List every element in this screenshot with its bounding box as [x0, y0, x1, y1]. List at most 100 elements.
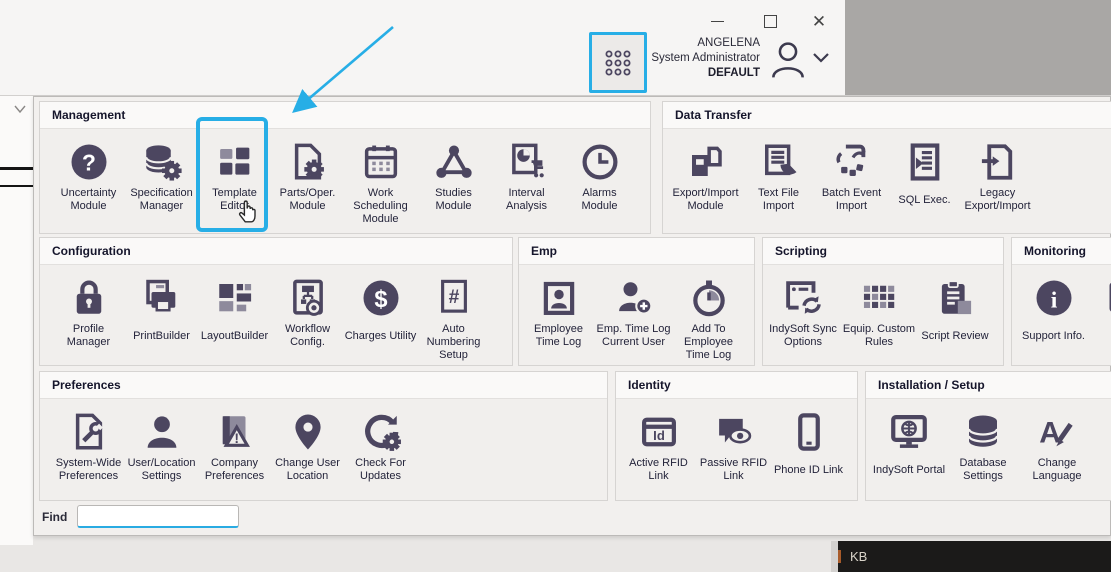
database-icon [962, 411, 1004, 453]
group-body-scripting: IndySoft Sync OptionsEquip. Custom Rules… [763, 265, 1003, 349]
blocks-icon [214, 141, 256, 183]
menu-item-employee-time-log[interactable]: Employee Time Log [521, 277, 596, 349]
book-warning-icon: ! [214, 411, 256, 453]
svg-text:!: ! [234, 430, 239, 446]
menu-item-printbuilder[interactable]: PrintBuilder [125, 277, 198, 349]
menu-item-label: SQL Exec. [898, 187, 950, 213]
menu-item-company-preferences[interactable]: !Company Preferences [198, 411, 271, 483]
svg-text:Id: Id [653, 428, 665, 443]
group-configuration: ConfigurationProfile ManagerPrintBuilder… [39, 237, 513, 366]
menu-item-label: Add To Employee Time Log [671, 323, 746, 362]
menu-item-batch-event-import[interactable]: Batch Event Import [815, 141, 888, 213]
menu-item-label: Batch Event Import [815, 187, 888, 213]
find-label: Find [42, 510, 67, 524]
menu-item-script-review[interactable]: Script Review [917, 277, 993, 349]
document-gear-icon [287, 141, 329, 183]
group-body-data-transfer: Export/Import ModuleText File ImportBatc… [663, 129, 1111, 213]
person-icon [141, 411, 183, 453]
menu-item-label: LayoutBuilder [201, 323, 268, 349]
clock-icon [579, 141, 621, 183]
monitor-globe-icon [888, 411, 930, 453]
menu-item-profile-manager[interactable]: Profile Manager [52, 277, 125, 349]
map-pin-icon [287, 411, 329, 453]
group-body-identity: IdActive RFID LinkPassive RFID LinkPhone… [616, 399, 857, 483]
svg-text:#: # [448, 287, 459, 308]
find-input[interactable] [77, 505, 239, 528]
menu-item-label: Charges Utility [345, 323, 417, 349]
menu-item-label: Auto Numbering Setup [417, 323, 490, 362]
menu-item-work-scheduling-module[interactable]: Work Scheduling Module [344, 141, 417, 226]
menu-item-interval-analysis[interactable]: Interval Analysis [490, 141, 563, 213]
menu-item-clipped-item[interactable]: In A [1090, 277, 1111, 349]
user-name: ANGELENA [610, 36, 760, 51]
person-plus-icon [613, 277, 655, 319]
menu-item-specification-manager[interactable]: Specification Manager [125, 141, 198, 213]
user-menu-chevron-icon[interactable] [812, 52, 830, 64]
group-body-installation-setup: IndySoft PortalDatabase SettingsAChange … [866, 399, 1111, 483]
close-icon: ✕ [812, 13, 826, 30]
menu-item-check-for-updates[interactable]: Check For Updates [344, 411, 417, 483]
close-button[interactable]: ✕ [802, 8, 836, 34]
menu-item-support-info[interactable]: iSupport Info. [1017, 277, 1090, 349]
menu-item-active-rfid-link[interactable]: IdActive RFID Link [621, 411, 696, 483]
statusbar-text: KB [850, 549, 867, 564]
menu-item-phone-id-link[interactable]: Phone ID Link [771, 411, 846, 483]
menu-item-equip-custom-rules[interactable]: Equip. Custom Rules [841, 277, 917, 349]
menu-item-layoutbuilder[interactable]: LayoutBuilder [198, 277, 271, 349]
clipboard-doc-icon [934, 277, 976, 319]
id-window-icon: Id [638, 411, 680, 453]
menu-item-export-import-module[interactable]: Export/Import Module [669, 141, 742, 213]
group-body-management: ?Uncertainty ModuleSpecification Manager… [40, 129, 650, 226]
menu-item-emp-time-log-current-user[interactable]: Emp. Time Log Current User [596, 277, 671, 349]
statusbar-gap [831, 541, 838, 572]
menu-item-studies-module[interactable]: Studies Module [417, 141, 490, 213]
lock-icon [68, 277, 110, 319]
menu-item-database-settings[interactable]: Database Settings [946, 411, 1020, 483]
export-import-icon [685, 141, 727, 183]
menu-item-workflow-config[interactable]: Workflow Config. [271, 277, 344, 349]
doc-arrow-in-icon [977, 141, 1019, 183]
info-circle-icon: i [1033, 277, 1075, 319]
menu-item-text-file-import[interactable]: Text File Import [742, 141, 815, 213]
person-badge-icon [538, 277, 580, 319]
statusbar: KB [838, 541, 1111, 572]
background-row-line [0, 167, 33, 170]
group-scripting: ScriptingIndySoft Sync OptionsEquip. Cus… [762, 237, 1004, 366]
user-avatar-icon[interactable] [766, 36, 810, 82]
statusbar-marker [838, 550, 841, 563]
menu-item-indysoft-sync-options[interactable]: IndySoft Sync Options [765, 277, 841, 349]
app-menu-panel: Management?Uncertainty ModuleSpecificati… [33, 96, 1111, 536]
menu-item-parts-oper-module[interactable]: Parts/Oper. Module [271, 141, 344, 213]
menu-item-passive-rfid-link[interactable]: Passive RFID Link [696, 411, 771, 483]
menu-item-sql-exec[interactable]: SQL Exec. [888, 141, 961, 213]
menu-item-template-editor[interactable]: Template Editor [198, 141, 271, 213]
menu-item-label: Export/Import Module [669, 187, 742, 213]
node-triangle-icon [433, 141, 475, 183]
group-title-emp: Emp [519, 238, 754, 265]
menu-item-label: Database Settings [946, 457, 1020, 483]
menu-item-change-user-location[interactable]: Change User Location [271, 411, 344, 483]
menu-item-label: IndySoft Sync Options [765, 323, 841, 349]
menu-item-add-to-employee-time-log[interactable]: Add To Employee Time Log [671, 277, 746, 362]
menu-item-label: Legacy Export/Import [961, 187, 1034, 213]
menu-item-system-wide-preferences[interactable]: System-Wide Preferences [52, 411, 125, 483]
flowchart-eye-icon [287, 277, 329, 319]
menu-item-user-location-settings[interactable]: User/Location Settings [125, 411, 198, 483]
menu-item-charges-utility[interactable]: $Charges Utility [344, 277, 417, 349]
menu-item-clipped-item[interactable]: La S [1094, 411, 1111, 483]
window-sync-icon [782, 277, 824, 319]
menu-item-label: User/Location Settings [125, 457, 198, 483]
menu-item-auto-numbering-setup[interactable]: # Auto Numbering Setup [417, 277, 490, 362]
background-chevron-icon [14, 105, 26, 114]
background-app-edge [0, 96, 33, 545]
group-data-transfer: Data TransferExport/Import ModuleText Fi… [662, 101, 1111, 234]
menu-item-change-language[interactable]: AChange Language [1020, 411, 1094, 483]
minimize-button[interactable] [700, 8, 734, 34]
menu-item-legacy-export-import[interactable]: Legacy Export/Import [961, 141, 1034, 213]
menu-item-alarms-module[interactable]: Alarms Module [563, 141, 636, 213]
menu-item-uncertainty-module[interactable]: ?Uncertainty Module [52, 141, 125, 213]
maximize-button[interactable] [753, 8, 787, 34]
group-emp: Emp Employee Time LogEmp. Time Log Curren… [518, 237, 755, 366]
grid-cells-icon [858, 277, 900, 319]
menu-item-indysoft-portal[interactable]: IndySoft Portal [872, 411, 946, 483]
